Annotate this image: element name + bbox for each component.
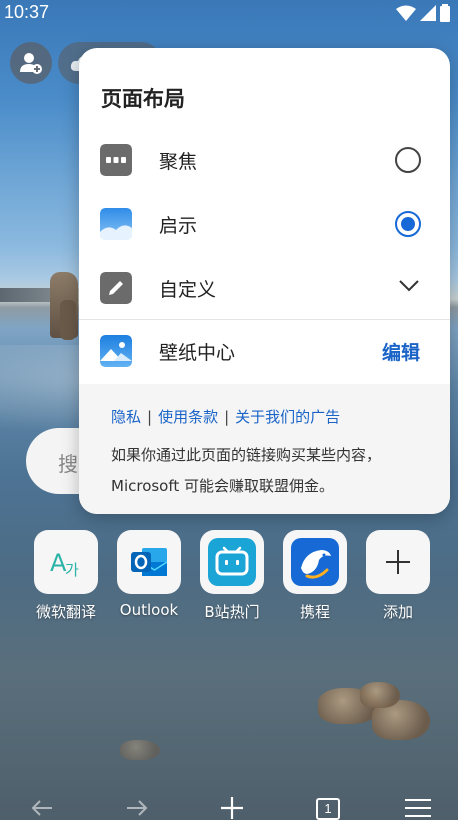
quick-link-bilibili[interactable]: B站热门: [199, 530, 265, 622]
menu-icon[interactable]: [404, 796, 432, 820]
bilibili-icon: [208, 538, 256, 586]
option-label: 聚焦: [159, 151, 198, 173]
wifi-icon: [396, 5, 416, 21]
quick-link-label: 携程: [299, 603, 330, 621]
quick-link-ctrip[interactable]: 携程: [282, 530, 348, 622]
outlook-icon: [131, 548, 168, 576]
signal-icon: [420, 5, 436, 21]
inspiration-layout-icon: [100, 208, 132, 240]
quick-link-outlook[interactable]: Outlook: [116, 530, 182, 619]
wallpaper-label: 壁纸中心: [159, 342, 236, 364]
quick-link-label: B站热门: [204, 603, 260, 621]
ctrip-icon: [291, 538, 339, 586]
tile[interactable]: A 가: [34, 530, 98, 594]
status-icons: [396, 4, 450, 22]
tab-count: 1: [324, 801, 332, 816]
wallpaper-icon: [100, 335, 132, 367]
disclaimer-line: Microsoft 可能会赚取联盟佣金。: [111, 477, 335, 495]
battery-icon: [440, 4, 450, 22]
link-separator: |: [224, 408, 230, 426]
status-time: 10:37: [4, 2, 50, 22]
edit-button[interactable]: 编辑: [382, 338, 420, 365]
popup-footer: 隐私 | 使用条款 | 关于我们的广告 如果你通过此页面的链接购买某些内容， Micro…: [79, 384, 450, 514]
footer-links: 隐私 | 使用条款 | 关于我们的广告: [111, 406, 340, 427]
focus-layout-icon: [100, 144, 132, 176]
quick-link-label: 微软翻译: [35, 603, 96, 621]
about-ads-link[interactable]: 关于我们的广告: [235, 408, 340, 426]
svg-text:가: 가: [65, 561, 79, 579]
disclaimer-line: 如果你通过此页面的链接购买某些内容，: [111, 446, 382, 464]
affiliate-disclaimer: 如果你通过此页面的链接购买某些内容， Microsoft 可能会赚取联盟佣金。: [111, 440, 431, 502]
custom-layout-icon: [100, 272, 132, 304]
quick-link-add[interactable]: 添加: [365, 530, 431, 622]
tile[interactable]: [283, 530, 347, 594]
privacy-link[interactable]: 隐私: [111, 408, 141, 426]
status-bar: 10:37: [0, 0, 458, 26]
layout-option-focus[interactable]: 聚焦: [79, 130, 450, 190]
tile[interactable]: [366, 530, 430, 594]
tile[interactable]: [200, 530, 264, 594]
wallpaper-stone: [120, 740, 160, 760]
tile[interactable]: [117, 530, 181, 594]
inspiration-radio[interactable]: [395, 211, 421, 237]
terms-link[interactable]: 使用条款: [158, 408, 218, 426]
tabs-button[interactable]: 1: [316, 798, 340, 820]
popup-title: 页面布局: [101, 87, 185, 111]
focus-radio[interactable]: [395, 147, 421, 173]
link-separator: |: [147, 408, 153, 426]
quick-link-label: Outlook: [119, 601, 179, 619]
wallpaper-center-row[interactable]: 壁纸中心 编辑: [79, 321, 450, 381]
profile-button[interactable]: [10, 42, 52, 84]
page-layout-popup: 页面布局 聚焦 启示 自定义 壁纸中心 编辑 隐私 | 使用条款 | 关于我们的…: [79, 48, 450, 514]
back-arrow-icon[interactable]: [30, 796, 54, 820]
plus-icon: [386, 550, 410, 574]
translator-icon: A 가: [50, 549, 79, 579]
layout-option-inspiration[interactable]: 启示: [79, 194, 450, 254]
option-label: 启示: [159, 215, 198, 237]
wallpaper-rock: [60, 300, 76, 340]
divider: [79, 319, 450, 320]
layout-option-custom[interactable]: 自定义: [79, 258, 450, 318]
new-tab-icon[interactable]: [220, 796, 244, 820]
add-user-icon: [20, 53, 42, 74]
forward-arrow-icon[interactable]: [125, 796, 149, 820]
chevron-down-icon[interactable]: [398, 278, 420, 292]
quick-link-label: 添加: [382, 603, 413, 621]
quick-link-translator[interactable]: A 가 微软翻译: [33, 530, 99, 622]
wallpaper-stone: [360, 682, 400, 708]
bottom-navigation: 1: [0, 790, 458, 820]
option-label: 自定义: [159, 279, 217, 301]
